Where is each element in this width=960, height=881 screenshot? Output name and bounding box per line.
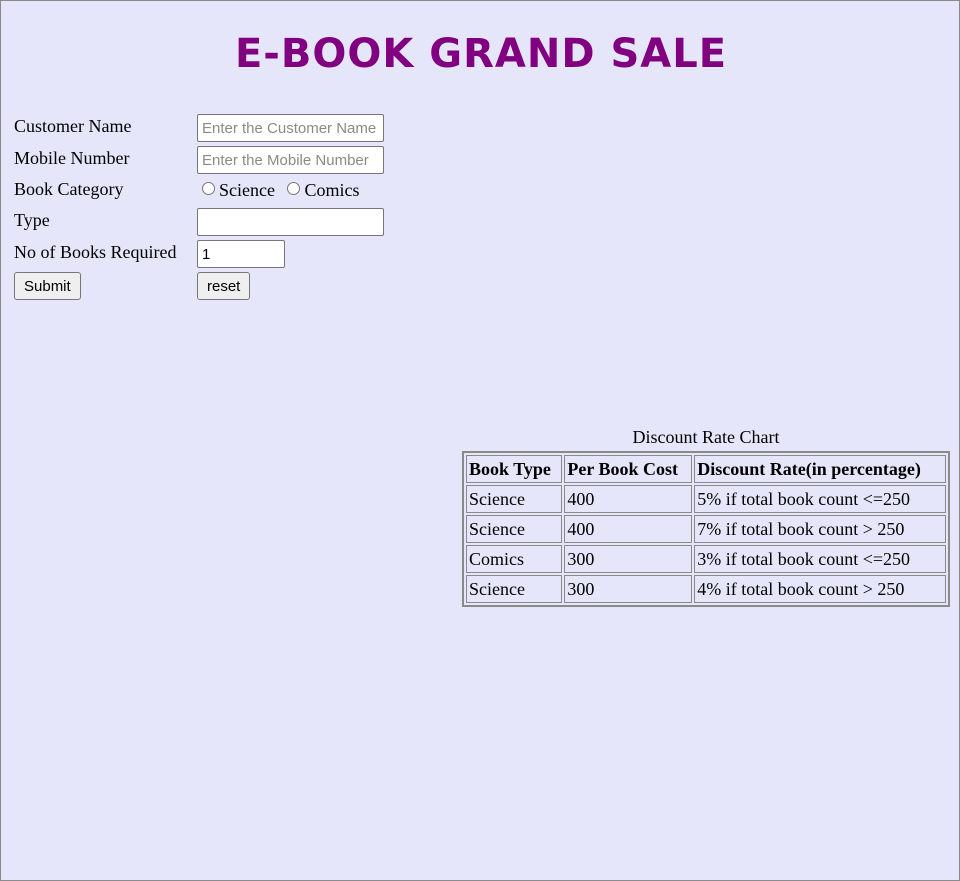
book-category-row: Book Category Science Comics (14, 177, 454, 205)
discount-rate-chart: Discount Rate Chart Book Type Per Book C… (462, 427, 950, 607)
comics-radio-label[interactable]: Comics (304, 180, 359, 200)
form-buttons-row: Submit reset (14, 272, 454, 300)
book-category-label: Book Category (14, 179, 124, 199)
cell-book-type: Science (466, 515, 563, 543)
mobile-number-label: Mobile Number (14, 148, 130, 168)
discount-chart-caption: Discount Rate Chart (632, 427, 780, 447)
customer-name-input[interactable] (197, 114, 384, 142)
cell-discount-rate: 4% if total book count > 250 (694, 575, 946, 603)
science-radio-label[interactable]: Science (219, 180, 275, 200)
customer-name-label: Customer Name (14, 116, 132, 136)
cell-book-type: Science (466, 575, 563, 603)
cell-per-book-cost: 300 (564, 575, 693, 603)
cell-discount-rate: 5% if total book count <=250 (694, 485, 946, 513)
mobile-number-input[interactable] (197, 146, 384, 174)
table-row: Comics 300 3% if total book count <=250 (466, 545, 946, 573)
books-required-label: No of Books Required (14, 242, 177, 262)
table-header-row: Book Type Per Book Cost Discount Rate(in… (466, 455, 946, 483)
submit-button[interactable]: Submit (14, 272, 81, 300)
header-discount-rate: Discount Rate(in percentage) (694, 455, 946, 483)
type-label: Type (14, 210, 50, 230)
page-title: E-BOOK GRAND SALE (234, 31, 728, 77)
discount-rate-table: Book Type Per Book Cost Discount Rate(in… (462, 451, 950, 607)
reset-button[interactable]: reset (197, 272, 251, 300)
cell-per-book-cost: 400 (564, 485, 693, 513)
type-input[interactable] (197, 208, 384, 236)
cell-book-type: Science (466, 485, 563, 513)
cell-discount-rate: 7% if total book count > 250 (694, 515, 946, 543)
header-per-book-cost: Per Book Cost (564, 455, 693, 483)
type-row: Type (14, 208, 454, 236)
cell-discount-rate: 3% if total book count <=250 (694, 545, 946, 573)
science-radio[interactable] (202, 182, 215, 195)
header-book-type: Book Type (466, 455, 563, 483)
books-required-input[interactable] (197, 240, 285, 268)
table-row: Science 300 4% if total book count > 250 (466, 575, 946, 603)
book-category-radio-group: Science Comics (202, 180, 367, 201)
mobile-number-row: Mobile Number (14, 146, 454, 174)
table-row: Science 400 7% if total book count > 250 (466, 515, 946, 543)
cell-book-type: Comics (466, 545, 563, 573)
comics-radio[interactable] (287, 182, 301, 195)
cell-per-book-cost: 400 (564, 515, 693, 543)
books-required-row: No of Books Required (14, 240, 454, 268)
table-row: Science 400 5% if total book count <=250 (466, 485, 946, 513)
cell-per-book-cost: 300 (564, 545, 693, 573)
customer-name-row: Customer Name (14, 114, 454, 142)
